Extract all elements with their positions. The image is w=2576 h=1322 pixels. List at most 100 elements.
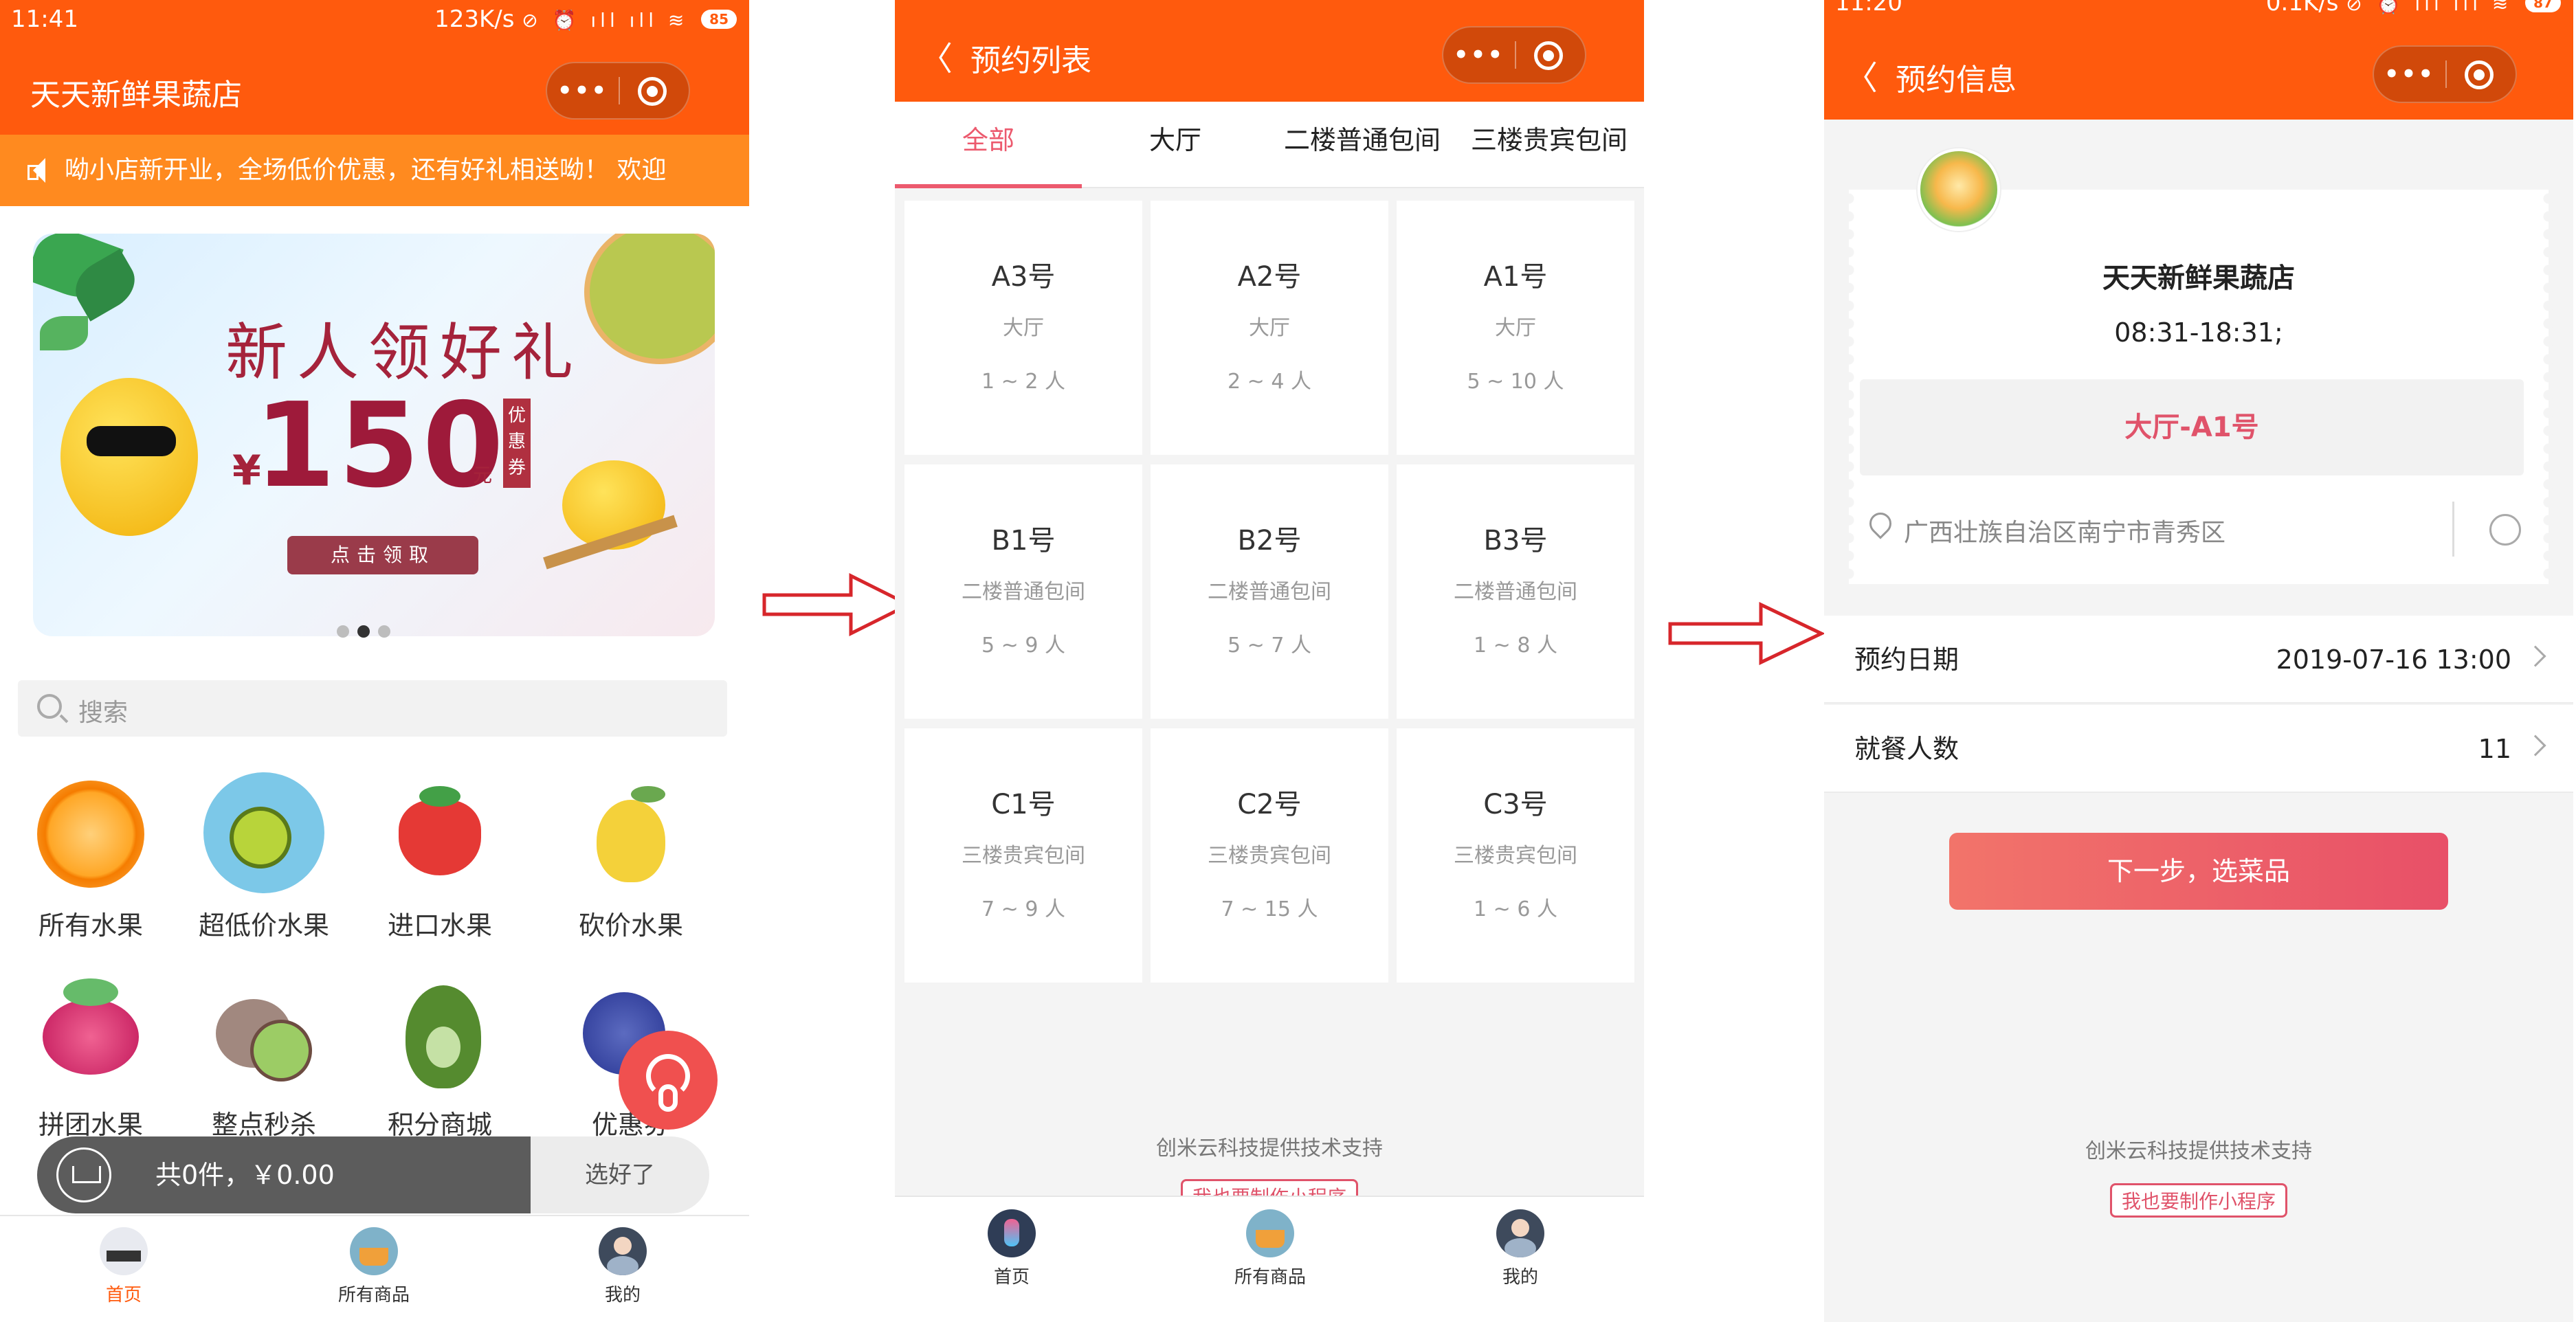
seat-capacity: 7 ~ 15 人 — [1221, 897, 1318, 921]
claim-button[interactable]: 点击领取 — [287, 536, 478, 574]
party-size-row[interactable]: 就餐人数 11 — [1824, 705, 2573, 793]
seat-capacity: 1 ~ 2 人 — [981, 370, 1065, 394]
tab-home[interactable]: 首页 — [957, 1209, 1067, 1288]
more-icon[interactable]: ••• — [1443, 27, 1515, 82]
pear-icon — [569, 772, 693, 896]
tab-floor3-vip[interactable]: 三楼贵宾包间 — [1456, 102, 1643, 188]
seat-name: A1号 — [1483, 261, 1548, 293]
seat-card[interactable]: C3号 三楼贵宾包间 1 ~ 6 人 — [1397, 728, 1634, 983]
seat-area: 大厅 — [1495, 316, 1536, 340]
flow-arrow-icon — [762, 572, 913, 637]
seat-name: B2号 — [1237, 525, 1302, 557]
tab-floor2-room[interactable]: 二楼普通包间 — [1269, 102, 1456, 188]
status-time: 11:41 — [11, 5, 78, 33]
capsule-divider — [2445, 60, 2447, 88]
carousel-dot[interactable] — [337, 625, 349, 638]
seat-capacity: 5 ~ 9 人 — [981, 634, 1065, 658]
tab-mine[interactable]: 我的 — [1465, 1209, 1575, 1288]
make-miniprogram-button[interactable]: 我也要制作小程序 — [2109, 1183, 2288, 1218]
area-tabs: 全部 大厅 二楼普通包间 三楼贵宾包间 — [895, 102, 1644, 188]
category-all-fruit[interactable]: 所有水果 — [15, 772, 166, 942]
tab-hall[interactable]: 大厅 — [1082, 102, 1269, 188]
checkout-button[interactable]: 选好了 — [531, 1136, 709, 1213]
tab-all[interactable]: 全部 — [895, 102, 1082, 188]
tab-all-products[interactable]: 所有商品 — [1215, 1209, 1325, 1288]
tab-label: 所有商品 — [1234, 1267, 1306, 1288]
speaker-icon — [27, 158, 45, 183]
seat-name: C3号 — [1483, 789, 1548, 820]
tab-label: 首页 — [993, 1267, 1030, 1288]
reservation-date-row[interactable]: 预约日期 2019-07-16 13:00 — [1824, 616, 2573, 704]
category-label: 砍价水果 — [578, 910, 683, 941]
cart-summary[interactable]: 共0件，￥0.00 — [37, 1136, 531, 1213]
shop-address[interactable]: 广西壮族自治区南宁市青秀区 — [1868, 513, 2225, 548]
seat-area: 二楼普通包间 — [1208, 580, 1331, 604]
close-target-icon[interactable] — [2465, 60, 2494, 89]
close-target-icon[interactable] — [638, 77, 667, 106]
seat-card[interactable]: C2号 三楼贵宾包间 7 ~ 15 人 — [1151, 728, 1388, 983]
tab-label: 首页 — [105, 1285, 142, 1306]
status-bar: 11:41 123K/s ⊘ ⏰ ıll ıll ≋ 85 — [0, 0, 749, 38]
network-speed: 123K/s — [434, 5, 515, 33]
seat-card[interactable]: A1号 大厅 5 ~ 10 人 — [1397, 201, 1634, 455]
tab-mine[interactable]: 我的 — [568, 1227, 678, 1306]
category-bargain[interactable]: 砍价水果 — [555, 772, 707, 942]
strawberry-icon — [378, 772, 502, 896]
seat-card[interactable]: B2号二楼普通包间 5 ~ 7 人 — [1151, 464, 1388, 719]
tab-all-products[interactable]: 所有商品 — [319, 1227, 429, 1306]
category-label: 所有水果 — [38, 910, 143, 941]
chevron-right-icon — [2524, 645, 2546, 667]
back-icon[interactable]: 〈 — [1845, 51, 1878, 99]
kiwi-halves-icon — [202, 972, 326, 1095]
seat-card[interactable]: A2号 大厅 2 ~ 4 人 — [1151, 201, 1388, 455]
basket-icon — [350, 1227, 398, 1275]
carousel-dot[interactable] — [378, 625, 390, 638]
tech-support-text: 创米云科技提供技术支持 — [1156, 1136, 1383, 1161]
home-icon — [100, 1227, 148, 1275]
more-icon[interactable]: ••• — [547, 63, 619, 118]
seat-card[interactable]: A3号 大厅 1 ~ 2 人 — [904, 201, 1142, 455]
info-header: 11:20 0.1K/s ⊘ ⏰ ıll ıll ≋ 87 〈 预约信息 ••• — [1824, 0, 2573, 120]
seat-area: 三楼贵宾包间 — [1454, 844, 1577, 868]
seat-card[interactable]: C1号 三楼贵宾包间 7 ~ 9 人 — [904, 728, 1142, 983]
page-title: 天天新鲜果蔬店 — [30, 78, 242, 113]
tab-home[interactable]: 首页 — [69, 1227, 179, 1306]
lemon-character-image — [60, 378, 198, 536]
seat-card[interactable]: B1号 二楼普通包间 5 ~ 9 人 — [904, 464, 1142, 719]
category-low-price[interactable]: 超低价水果 — [188, 772, 340, 942]
seat-capacity: 2 ~ 4 人 — [1228, 370, 1311, 394]
tab-label: 我的 — [1502, 1267, 1538, 1288]
banner-unit: 元 — [473, 464, 493, 486]
close-target-icon[interactable] — [1534, 41, 1563, 70]
category-flash-sale[interactable]: 整点秒杀 — [188, 972, 340, 1141]
promo-banner[interactable]: 新人领好礼 ¥ 150 元 优惠券 点击领取 — [33, 234, 715, 636]
list-header: 〈 预约列表 ••• — [895, 0, 1644, 102]
cart-icon — [56, 1147, 111, 1202]
category-points-mall[interactable]: 积分商城 — [364, 972, 515, 1141]
more-icon[interactable]: ••• — [2374, 47, 2445, 102]
notice-bar[interactable]: 呦小店新开业，全场低价优惠，还有好礼相送呦！ 欢迎 — [0, 135, 749, 206]
kiwi-plate-image — [584, 234, 715, 364]
seat-capacity: 5 ~ 7 人 — [1228, 634, 1311, 658]
capsule-divider — [619, 77, 620, 104]
miniprogram-capsule: ••• — [2373, 45, 2517, 103]
next-choose-dishes-button[interactable]: 下一步，选菜品 — [1949, 833, 2448, 910]
shop-logo — [1918, 148, 2000, 231]
tech-support-text: 创米云科技提供技术支持 — [2085, 1139, 2312, 1163]
tab-bar: 首页 所有商品 我的 — [895, 1196, 1644, 1322]
carousel-indicator[interactable] — [333, 625, 395, 640]
page-title: 预约信息 — [1896, 63, 2017, 98]
home-icon — [988, 1209, 1036, 1257]
category-group-buy[interactable]: 拼团水果 — [15, 972, 166, 1141]
back-icon[interactable]: 〈 — [920, 32, 953, 80]
search-input[interactable]: 搜索 — [18, 680, 727, 737]
phone-icon[interactable] — [2489, 514, 2521, 546]
basket-icon — [1246, 1209, 1294, 1257]
category-imported[interactable]: 进口水果 — [364, 772, 515, 942]
carousel-dot-active[interactable] — [357, 625, 370, 638]
seat-card[interactable]: B3号 二楼普通包间 1 ~ 8 人 — [1397, 464, 1634, 719]
user-avatar-icon — [599, 1227, 647, 1275]
status-right: 123K/s ⊘ ⏰ ıll ıll ≋ 85 — [434, 5, 737, 33]
raspberry-icon — [29, 972, 153, 1095]
customer-service-button[interactable] — [619, 1031, 718, 1130]
